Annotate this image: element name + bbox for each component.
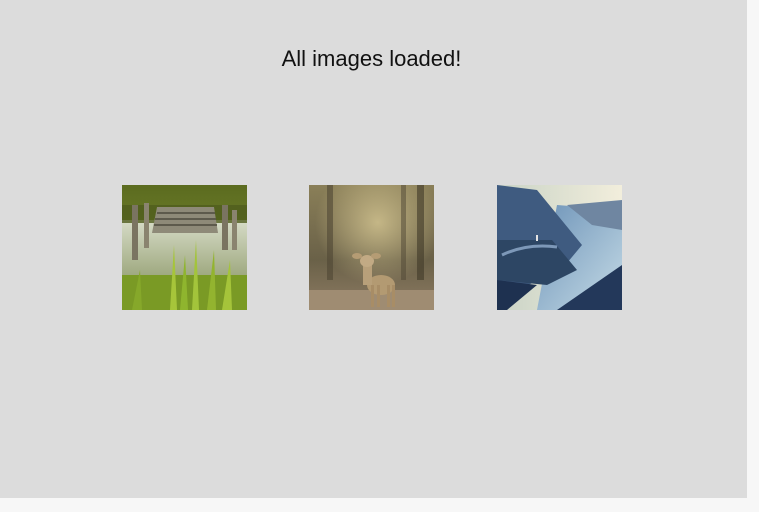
status-message: All images loaded! (281, 46, 462, 71)
pier-in-pond-image (122, 185, 247, 310)
page-area: All images loaded! (0, 0, 747, 498)
fawn-in-forest-image (309, 185, 434, 310)
cliff-over-fjord-image (497, 185, 622, 310)
